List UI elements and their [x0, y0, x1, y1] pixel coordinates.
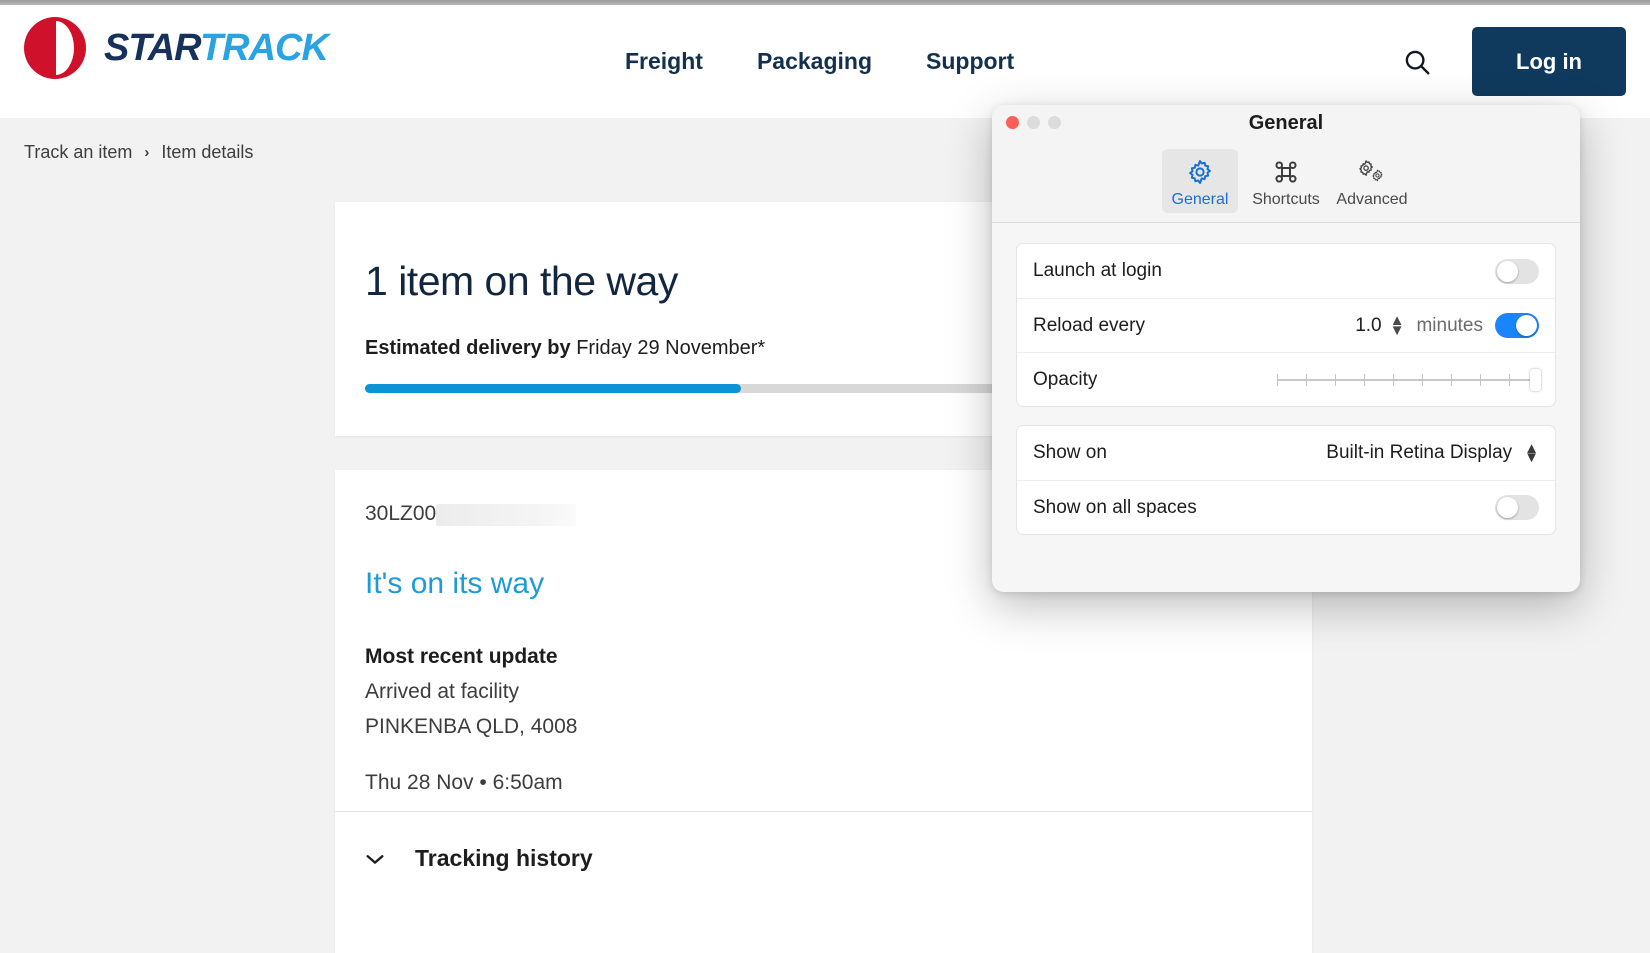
update-event: Arrived at facility — [365, 680, 520, 703]
most-recent-update-heading: Most recent update — [365, 645, 558, 668]
breadcrumb-separator-icon: › — [144, 144, 150, 161]
tab-general-label: General — [1171, 191, 1229, 208]
gear-icon — [1186, 155, 1214, 189]
tab-shortcuts[interactable]: Shortcuts — [1248, 149, 1324, 213]
tab-shortcuts-label: Shortcuts — [1252, 191, 1320, 208]
opacity-label: Opacity — [1033, 368, 1098, 390]
site-header: STARTRACK Freight Packaging Support Log … — [0, 5, 1650, 118]
estimated-delivery-value: Friday 29 November* — [576, 337, 766, 359]
opacity-slider[interactable] — [1277, 368, 1541, 391]
row-reload-every: Reload every 1.0 ▲ ▼ minutes — [1017, 298, 1555, 352]
section-divider — [335, 811, 1312, 812]
delivery-progress-fill — [365, 384, 741, 393]
show-on-all-spaces-label: Show on all spaces — [1033, 496, 1197, 518]
tab-advanced-label: Advanced — [1336, 191, 1408, 208]
show-on-label: Show on — [1033, 442, 1107, 463]
dialog-titlebar: General General Shortcuts Advanced — [992, 105, 1580, 223]
logo-word-star: STAR — [104, 26, 201, 69]
dialog-body: Launch at login Reload every 1.0 ▲ ▼ minu… — [992, 223, 1580, 535]
update-timestamp: Thu 28 Nov • 6:50am — [365, 771, 563, 794]
settings-dialog: General General Shortcuts Advanced Launc… — [992, 105, 1580, 592]
reload-every-toggle[interactable] — [1495, 313, 1539, 338]
row-launch-at-login: Launch at login — [1017, 244, 1555, 298]
tab-general[interactable]: General — [1162, 149, 1238, 213]
estimated-delivery-label: Estimated delivery by — [365, 337, 571, 359]
startrack-logo-mark — [24, 17, 86, 79]
launch-at-login-toggle[interactable] — [1495, 258, 1539, 284]
main-navigation: Freight Packaging Support — [625, 5, 1014, 118]
tracking-number-value: 30LZ00 — [365, 502, 437, 525]
header-actions: Log in — [1400, 5, 1626, 118]
search-icon[interactable] — [1400, 45, 1434, 79]
tracking-history-label: Tracking history — [415, 845, 593, 871]
opacity-slider-thumb[interactable] — [1530, 368, 1541, 391]
breadcrumb-item-item-details[interactable]: Item details — [161, 142, 253, 163]
dialog-title: General — [1248, 112, 1324, 134]
chevron-down-icon — [365, 849, 385, 869]
tab-advanced[interactable]: Advanced — [1334, 149, 1410, 213]
nav-item-support[interactable]: Support — [926, 48, 1014, 75]
settings-group-display: Show on Built-in Retina Display ▲ ▼ Show … — [1016, 425, 1556, 535]
update-location: PINKENBA QLD, 4008 — [365, 715, 578, 738]
reload-interval-stepper[interactable]: ▲ ▼ — [1390, 313, 1405, 338]
nav-item-packaging[interactable]: Packaging — [757, 48, 872, 75]
double-gear-icon — [1357, 155, 1387, 189]
startrack-logo-text: STARTRACK — [104, 26, 329, 70]
startrack-logo[interactable]: STARTRACK — [24, 17, 329, 79]
tracking-number: 30LZ00 — [365, 502, 577, 526]
login-button[interactable]: Log in — [1472, 27, 1626, 96]
tracking-history-toggle[interactable]: Tracking history — [365, 845, 593, 872]
reload-every-label: Reload every — [1033, 314, 1145, 336]
show-on-all-spaces-toggle[interactable] — [1495, 495, 1539, 520]
breadcrumb-item-track-an-item[interactable]: Track an item — [24, 142, 132, 163]
command-key-icon — [1272, 155, 1300, 189]
launch-at-login-label: Launch at login — [1033, 260, 1162, 281]
nav-item-freight[interactable]: Freight — [625, 48, 703, 75]
dialog-tabs: General Shortcuts Advanced — [992, 149, 1580, 213]
row-show-on-all-spaces: Show on all spaces — [1017, 480, 1555, 534]
logo-word-track: TRACK — [199, 26, 329, 69]
reload-interval-input[interactable]: 1.0 — [1355, 315, 1381, 337]
row-show-on: Show on Built-in Retina Display ▲ ▼ — [1017, 426, 1555, 480]
tracking-number-redaction — [436, 504, 577, 526]
reload-unit-label: minutes — [1416, 314, 1483, 336]
breadcrumb: Track an item › Item details — [24, 142, 253, 163]
chevron-up-down-icon[interactable]: ▲ ▼ — [1524, 440, 1539, 465]
settings-group-primary: Launch at login Reload every 1.0 ▲ ▼ minu… — [1016, 243, 1556, 407]
show-on-select-value[interactable]: Built-in Retina Display — [1326, 442, 1512, 464]
row-opacity: Opacity — [1017, 352, 1555, 406]
